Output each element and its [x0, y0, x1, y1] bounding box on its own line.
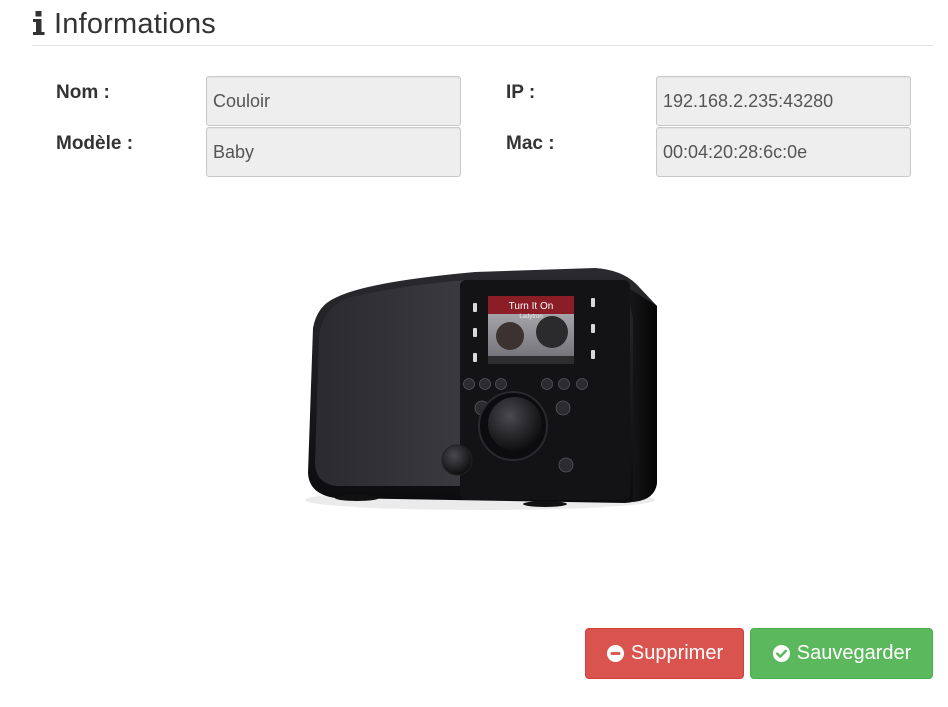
- name-label: Nom :: [56, 82, 110, 103]
- info-icon: [32, 9, 46, 37]
- screen-artist: Ladytron: [519, 314, 542, 320]
- minus-circle-icon: [606, 644, 625, 663]
- mac-field[interactable]: [656, 127, 911, 177]
- ip-field[interactable]: [656, 76, 911, 126]
- page-title: Informations: [54, 8, 216, 40]
- name-field[interactable]: [206, 76, 461, 126]
- screen-title: Turn It On: [509, 301, 554, 312]
- device-image: Turn It On Ladytron: [295, 258, 665, 523]
- model-label: Modèle :: [56, 133, 134, 154]
- delete-button-label: Supprimer: [630, 642, 724, 664]
- save-button[interactable]: Sauvegarder: [750, 628, 933, 679]
- ip-label: IP :: [506, 82, 536, 103]
- check-circle-icon: [772, 644, 791, 663]
- section-header: Informations: [32, 4, 933, 46]
- mac-label: Mac :: [506, 133, 555, 154]
- save-button-label: Sauvegarder: [796, 642, 912, 664]
- delete-button[interactable]: Supprimer: [585, 628, 744, 679]
- model-field[interactable]: [206, 127, 461, 177]
